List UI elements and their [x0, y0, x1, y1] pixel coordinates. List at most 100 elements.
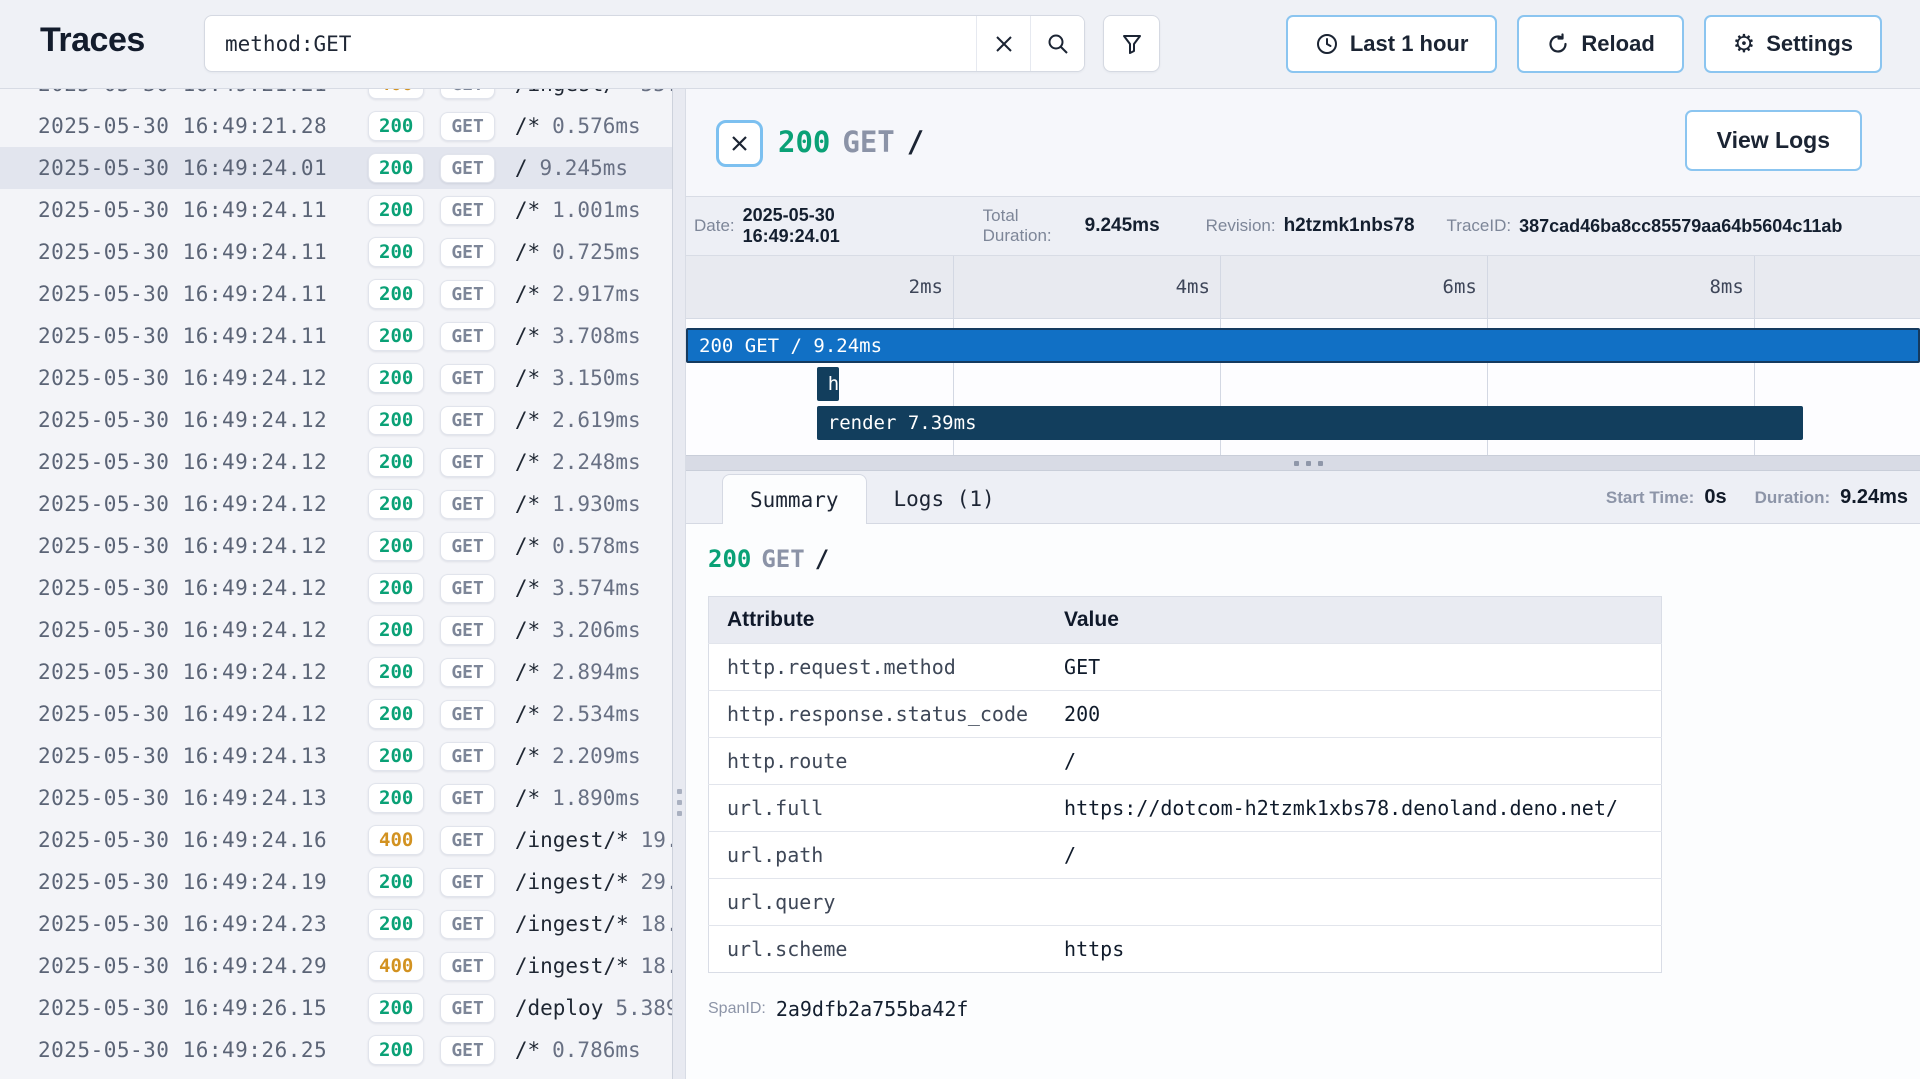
method-badge: GET [440, 868, 495, 897]
summary-path: / [815, 545, 829, 573]
trace-row[interactable]: 2025-05-30 16:49:24.12 200 GET /* 3.150m… [0, 357, 672, 399]
trace-path: /* [515, 618, 540, 642]
trace-duration: 3.206ms [552, 618, 641, 642]
trace-row[interactable]: 2025-05-30 16:49:24.29 400 GET /ingest/*… [0, 945, 672, 987]
trace-path: /* [515, 744, 540, 768]
time-range-button[interactable]: Last 1 hour [1286, 15, 1498, 73]
trace-title-path: / [907, 125, 924, 159]
trace-row[interactable]: 2025-05-30 16:49:24.13 200 GET /* 2.209m… [0, 735, 672, 777]
trace-row[interactable]: 2025-05-30 16:49:26.15 200 GET /deploy 5… [0, 987, 672, 1029]
page-title: Traces [40, 21, 145, 60]
trace-row[interactable]: 2025-05-30 16:49:21.21 400 GET /ingest/*… [0, 89, 672, 105]
trace-row[interactable]: 2025-05-30 16:49:24.12 200 GET /* 2.248m… [0, 441, 672, 483]
trace-row[interactable]: 2025-05-30 16:49:24.11 200 GET /* 0.725m… [0, 231, 672, 273]
meta-revision-label: Revision: [1206, 216, 1276, 236]
trace-row[interactable]: 2025-05-30 16:49:24.23 200 GET /ingest/*… [0, 903, 672, 945]
trace-path: /ingest/* [515, 828, 629, 852]
status-badge: 200 [368, 153, 424, 183]
trace-row[interactable]: 2025-05-30 16:49:24.12 200 GET /* 2.894m… [0, 651, 672, 693]
trace-row[interactable]: 2025-05-30 16:49:24.13 200 GET /* 1.890m… [0, 777, 672, 819]
status-badge: 200 [368, 237, 424, 267]
status-badge: 200 [368, 1035, 424, 1065]
attribute-value: https [1046, 926, 1661, 973]
method-badge: GET [440, 532, 495, 561]
search-input[interactable] [205, 16, 976, 71]
clock-icon [1315, 32, 1339, 56]
spanid-row: SpanID: 2a9dfb2a755ba42f [708, 997, 1920, 1021]
panel-resize-handle[interactable] [672, 89, 686, 1079]
trace-timestamp: 2025-05-30 16:49:24.12 [38, 366, 368, 390]
trace-duration: 18. [641, 954, 672, 978]
attribute-column-header: Attribute [709, 597, 1047, 644]
trace-detail-panel: 200 GET / View Logs Date: 2025-05-30 16:… [686, 89, 1920, 1079]
table-row: url.query [709, 879, 1662, 926]
trace-row[interactable]: 2025-05-30 16:49:24.11 200 GET /* 3.708m… [0, 315, 672, 357]
view-logs-button[interactable]: View Logs [1685, 110, 1862, 171]
table-row: http.route / [709, 738, 1662, 785]
status-badge: 200 [368, 615, 424, 645]
trace-path: /* [515, 660, 540, 684]
status-badge: 200 [368, 573, 424, 603]
trace-timestamp: 2025-05-30 16:49:21.21 [38, 89, 368, 96]
attribute-value: / [1046, 832, 1661, 879]
meta-traceid: TraceID: 387cad46ba8cc85579aa64b5604c11a… [1447, 216, 1843, 237]
trace-row[interactable]: 2025-05-30 16:49:24.12 200 GET /* 2.534m… [0, 693, 672, 735]
method-badge: GET [440, 700, 495, 729]
trace-row[interactable]: 2025-05-30 16:49:24.12 200 GET /* 3.574m… [0, 567, 672, 609]
clear-search-button[interactable] [976, 16, 1030, 71]
meta-traceid-value: 387cad46ba8cc85579aa64b5604c11ab [1519, 216, 1842, 237]
method-badge: GET [440, 89, 495, 99]
method-badge: GET [440, 238, 495, 267]
tab-logs[interactable]: Logs (1) [867, 474, 1022, 523]
detail-tabs: Summary Logs (1) Start Time: 0s Duration… [686, 471, 1920, 524]
trace-row[interactable]: 2025-05-30 16:49:21.28 200 GET /* 0.576m… [0, 105, 672, 147]
tab-summary[interactable]: Summary [722, 474, 867, 524]
method-badge: GET [440, 1036, 495, 1065]
trace-row[interactable]: 2025-05-30 16:49:24.12 200 GET /* 1.930m… [0, 483, 672, 525]
trace-row[interactable]: 2025-05-30 16:49:24.11 200 GET /* 1.001m… [0, 189, 672, 231]
close-detail-button[interactable] [716, 120, 763, 167]
trace-row[interactable]: 2025-05-30 16:49:26.25 200 GET /* 0.786m… [0, 1029, 672, 1071]
trace-row[interactable]: 2025-05-30 16:49:24.12 200 GET /* 0.578m… [0, 525, 672, 567]
attribute-value: / [1046, 738, 1661, 785]
trace-timestamp: 2025-05-30 16:49:24.11 [38, 324, 368, 348]
trace-path: /ingest/* [515, 912, 629, 936]
start-time-label: Start Time: [1606, 488, 1695, 508]
span-bar[interactable]: 200 GET / 9.24ms [686, 328, 1920, 363]
trace-meta-bar: Date: 2025-05-30 16:49:24.01 Total Durat… [686, 196, 1920, 255]
trace-duration: 0.786ms [552, 1038, 641, 1062]
span-bar[interactable]: render 7.39ms [817, 406, 1803, 440]
trace-duration: 2.894ms [552, 660, 641, 684]
trace-path: /* [515, 786, 540, 810]
settings-button[interactable]: ⚙ Settings [1704, 15, 1882, 73]
attribute-table: Attribute Value http.request.method GET … [708, 596, 1662, 973]
reload-button[interactable]: Reload [1517, 15, 1683, 73]
trace-row[interactable]: 2025-05-30 16:49:24.16 400 GET /ingest/*… [0, 819, 672, 861]
filter-button[interactable] [1103, 15, 1160, 72]
trace-row[interactable] [0, 1071, 672, 1079]
table-row: http.response.status_code 200 [709, 691, 1662, 738]
span-bar[interactable]: h [817, 367, 840, 401]
trace-timestamp: 2025-05-30 16:49:24.11 [38, 198, 368, 222]
method-badge: GET [440, 448, 495, 477]
search-button[interactable] [1030, 16, 1084, 71]
trace-duration: 1.890ms [552, 786, 641, 810]
method-badge: GET [440, 322, 495, 351]
method-badge: GET [440, 196, 495, 225]
trace-duration: 1.930ms [552, 492, 641, 516]
trace-path: /ingest/* [515, 89, 629, 96]
timeline-resize-handle[interactable] [686, 455, 1920, 471]
trace-duration: 19. [641, 828, 672, 852]
trace-duration: 9.245ms [540, 156, 629, 180]
status-badge: 200 [368, 993, 424, 1023]
trace-row[interactable]: 2025-05-30 16:49:24.12 200 GET /* 3.206m… [0, 609, 672, 651]
method-badge: GET [440, 154, 495, 183]
status-badge: 200 [368, 279, 424, 309]
trace-row[interactable]: 2025-05-30 16:49:24.11 200 GET /* 2.917m… [0, 273, 672, 315]
duration-label: Duration: [1755, 488, 1831, 508]
method-badge: GET [440, 994, 495, 1023]
trace-row[interactable]: 2025-05-30 16:49:24.01 200 GET / 9.245ms [0, 147, 672, 189]
trace-row[interactable]: 2025-05-30 16:49:24.19 200 GET /ingest/*… [0, 861, 672, 903]
meta-revision: Revision: h2tzmk1nbs78 [1206, 215, 1415, 237]
trace-row[interactable]: 2025-05-30 16:49:24.12 200 GET /* 2.619m… [0, 399, 672, 441]
